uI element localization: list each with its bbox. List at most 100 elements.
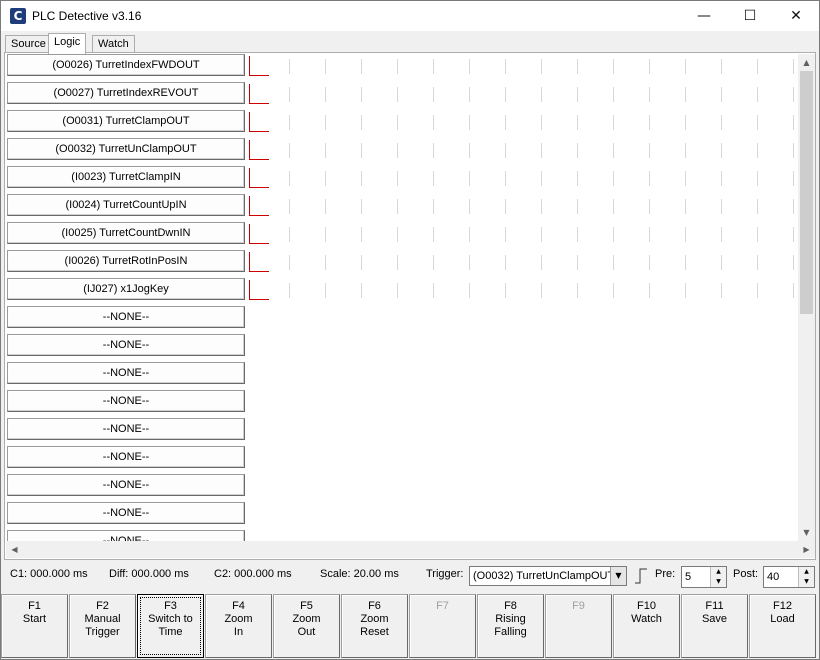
time-tick (793, 227, 794, 242)
close-button[interactable]: ✕ (773, 1, 819, 31)
fkey-f4-button[interactable]: F4 Zoom In (205, 594, 272, 658)
time-tick (793, 143, 794, 158)
fkey-f7-button[interactable]: F7 (409, 594, 476, 658)
spin-up-icon[interactable]: ▲ (799, 567, 814, 577)
vertical-scrollbar[interactable]: ▲ ▼ (798, 54, 815, 541)
rising-edge-icon[interactable] (634, 567, 648, 585)
signal-button[interactable]: (I0023) TurretClampIN (7, 166, 245, 188)
time-tick (649, 227, 650, 242)
chevron-down-icon[interactable]: ▼ (610, 567, 626, 585)
time-tick (505, 255, 506, 270)
fkey-f10-button[interactable]: F10 Watch (613, 594, 680, 658)
minimize-button[interactable]: — (681, 1, 727, 31)
time-tick (757, 59, 758, 74)
time-tick (397, 283, 398, 298)
scroll-thumb[interactable] (800, 71, 813, 314)
spin-up-icon[interactable]: ▲ (711, 567, 726, 577)
post-value[interactable]: 40 (767, 571, 779, 583)
signal-button[interactable]: --NONE-- (7, 474, 245, 496)
signal-button[interactable]: (IJ027) x1JogKey (7, 278, 245, 300)
trigger-select[interactable]: (O0032) TurretUnClampOUT ▼ (469, 566, 627, 586)
time-tick (361, 59, 362, 74)
signal-trace[interactable] (249, 82, 799, 106)
time-tick (685, 171, 686, 186)
signal-trace[interactable] (249, 138, 799, 162)
signal-button[interactable]: --NONE-- (7, 502, 245, 524)
logic-panel: (O0026) TurretIndexFWDOUT (O0027) TurretI… (4, 52, 816, 560)
signal-trace[interactable] (249, 250, 799, 274)
signal-button[interactable]: (O0026) TurretIndexFWDOUT (7, 54, 245, 76)
fkey-key-label: F7 (436, 600, 449, 612)
signal-trace[interactable] (249, 222, 799, 246)
time-tick (469, 199, 470, 214)
signal-trace[interactable] (249, 278, 799, 302)
signal-button[interactable]: --NONE-- (7, 418, 245, 440)
fkey-f9-button[interactable]: F9 (545, 594, 612, 658)
signal-button[interactable]: --NONE-- (7, 446, 245, 468)
signal-button[interactable]: --NONE-- (7, 362, 245, 384)
time-tick (397, 227, 398, 242)
fkey-f5-button[interactable]: F5 Zoom Out (273, 594, 340, 658)
spin-down-icon[interactable]: ▼ (799, 577, 814, 587)
tab-watch[interactable]: Watch (92, 35, 135, 53)
time-tick (325, 199, 326, 214)
fkey-key-label: F6 (368, 600, 381, 612)
time-tick (577, 87, 578, 102)
signal-button[interactable]: (I0024) TurretCountUpIN (7, 194, 245, 216)
trace-start-marker (249, 196, 269, 216)
fkey-f1-button[interactable]: F1 Start (1, 594, 68, 658)
post-spinner[interactable]: 40 ▲ ▼ (763, 566, 815, 588)
signal-button[interactable]: (O0031) TurretClampOUT (7, 110, 245, 132)
time-tick (649, 171, 650, 186)
signal-button[interactable]: --NONE-- (7, 334, 245, 356)
signal-trace[interactable] (249, 54, 799, 78)
fkey-f8-button[interactable]: F8 Rising Falling (477, 594, 544, 658)
spin-down-icon[interactable]: ▼ (711, 577, 726, 587)
fkey-key-label: F4 (232, 600, 245, 612)
fkey-f3-button[interactable]: F3 Switch to Time (137, 594, 204, 658)
fkey-f2-button[interactable]: F2 Manual Trigger (69, 594, 136, 658)
maximize-button[interactable]: ☐ (727, 1, 773, 31)
time-tick (721, 87, 722, 102)
time-tick (505, 87, 506, 102)
time-tick (577, 283, 578, 298)
signal-trace[interactable] (249, 110, 799, 134)
pre-value[interactable]: 5 (685, 571, 691, 583)
fkey-f6-button[interactable]: F6 Zoom Reset (341, 594, 408, 658)
time-tick (397, 255, 398, 270)
scroll-down-icon[interactable]: ▼ (798, 524, 815, 541)
time-tick (541, 283, 542, 298)
time-tick (325, 87, 326, 102)
signal-button[interactable]: --NONE-- (7, 390, 245, 412)
time-tick (721, 59, 722, 74)
title-bar[interactable]: C PLC Detective v3.16 — ☐ ✕ (1, 1, 819, 31)
time-tick (541, 255, 542, 270)
time-tick (469, 171, 470, 186)
signal-button[interactable]: (O0032) TurretUnClampOUT (7, 138, 245, 160)
time-tick (325, 255, 326, 270)
trace-start-marker (249, 168, 269, 188)
time-tick (613, 171, 614, 186)
signal-trace[interactable] (249, 166, 799, 190)
scroll-right-icon[interactable]: ▶ (798, 541, 815, 558)
fkey-f12-button[interactable]: F12 Load (749, 594, 816, 658)
time-tick (505, 199, 506, 214)
signal-button[interactable]: (I0025) TurretCountDwnIN (7, 222, 245, 244)
signal-trace[interactable] (249, 194, 799, 218)
time-tick (541, 59, 542, 74)
pre-spin-buttons: ▲ ▼ (710, 567, 726, 587)
signal-button[interactable]: (I0026) TurretRotInPosIN (7, 250, 245, 272)
time-tick (757, 283, 758, 298)
time-tick (433, 255, 434, 270)
signal-button[interactable]: --NONE-- (7, 306, 245, 328)
scroll-up-icon[interactable]: ▲ (798, 54, 815, 71)
horizontal-scrollbar[interactable]: ◀ ▶ (6, 541, 815, 558)
time-tick (361, 115, 362, 130)
fkey-f11-button[interactable]: F11 Save (681, 594, 748, 658)
post-spin-buttons: ▲ ▼ (798, 567, 814, 587)
scroll-left-icon[interactable]: ◀ (6, 541, 23, 558)
tab-source[interactable]: Source (5, 35, 52, 53)
tab-logic[interactable]: Logic (48, 33, 87, 54)
signal-button[interactable]: (O0027) TurretIndexREVOUT (7, 82, 245, 104)
pre-spinner[interactable]: 5 ▲ ▼ (681, 566, 727, 588)
